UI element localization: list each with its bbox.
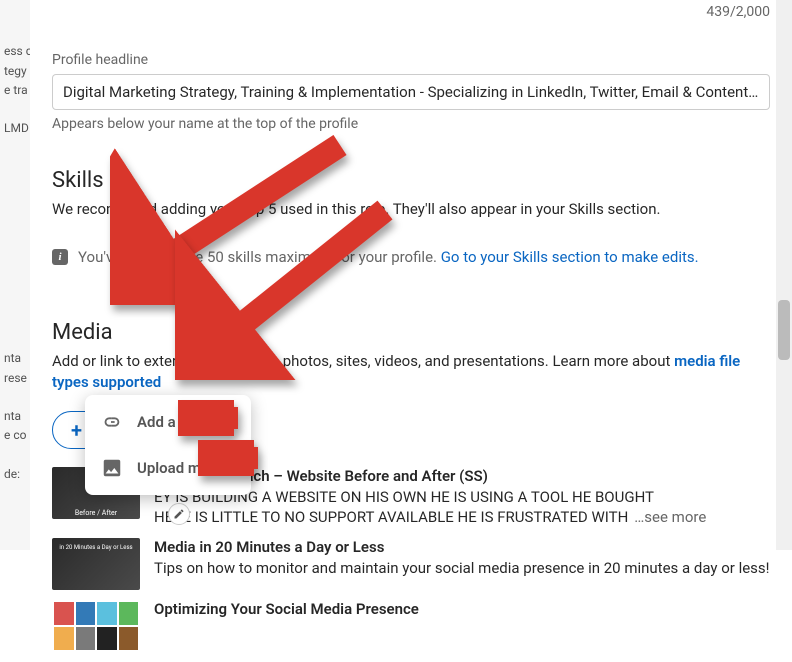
annotation-arrow-2 [175, 200, 405, 380]
info-icon: i [52, 249, 68, 265]
bg-text-fragment: ess c tegy e tra LMD nta rese nta e co d… [0, 0, 30, 488]
media-thumbnail [52, 600, 140, 652]
link-icon [101, 411, 123, 433]
headline-helper: Appears below your name at the top of th… [52, 116, 770, 132]
annotation-arrow-4 [198, 440, 268, 476]
media-thumbnail: in 20 Minutes a Day or Less [52, 538, 140, 590]
background-page-fragment: ess c tegy e tra LMD nta rese nta e co d… [0, 0, 30, 550]
scrollbar-thumb[interactable] [778, 300, 790, 360]
edit-profile-modal: 439/2,000 Profile headline Appears below… [30, 0, 792, 662]
image-icon [101, 457, 123, 479]
vertical-scrollbar[interactable] [776, 0, 792, 550]
edit-media-button[interactable] [168, 503, 190, 525]
char-counter: 439/2,000 [52, 4, 770, 20]
pencil-icon [173, 508, 185, 520]
headline-label: Profile headline [52, 52, 770, 68]
media-item-title: Optimizing Your Social Media Presence [154, 600, 770, 618]
skills-info-link[interactable]: Go to your Skills section to make edits. [441, 248, 699, 266]
media-item[interactable]: Optimizing Your Social Media Presence [52, 600, 770, 652]
see-more-link[interactable]: …see more [634, 508, 706, 526]
headline-input[interactable] [52, 74, 770, 110]
media-item-sub: Tips on how to monitor and maintain your… [154, 558, 770, 578]
media-item-sub2: HERE IS LITTLE TO NO SUPPORT AVAILABLE H… [154, 508, 628, 526]
media-heading: Media [52, 320, 770, 345]
plus-icon: + [71, 420, 82, 440]
annotation-arrow-3 [178, 400, 248, 436]
media-item[interactable]: in 20 Minutes a Day or Less Media in 20 … [52, 538, 770, 590]
media-item-title: Media in 20 Minutes a Day or Less [154, 538, 770, 556]
media-description: Add or link to external documents, photo… [52, 351, 770, 393]
